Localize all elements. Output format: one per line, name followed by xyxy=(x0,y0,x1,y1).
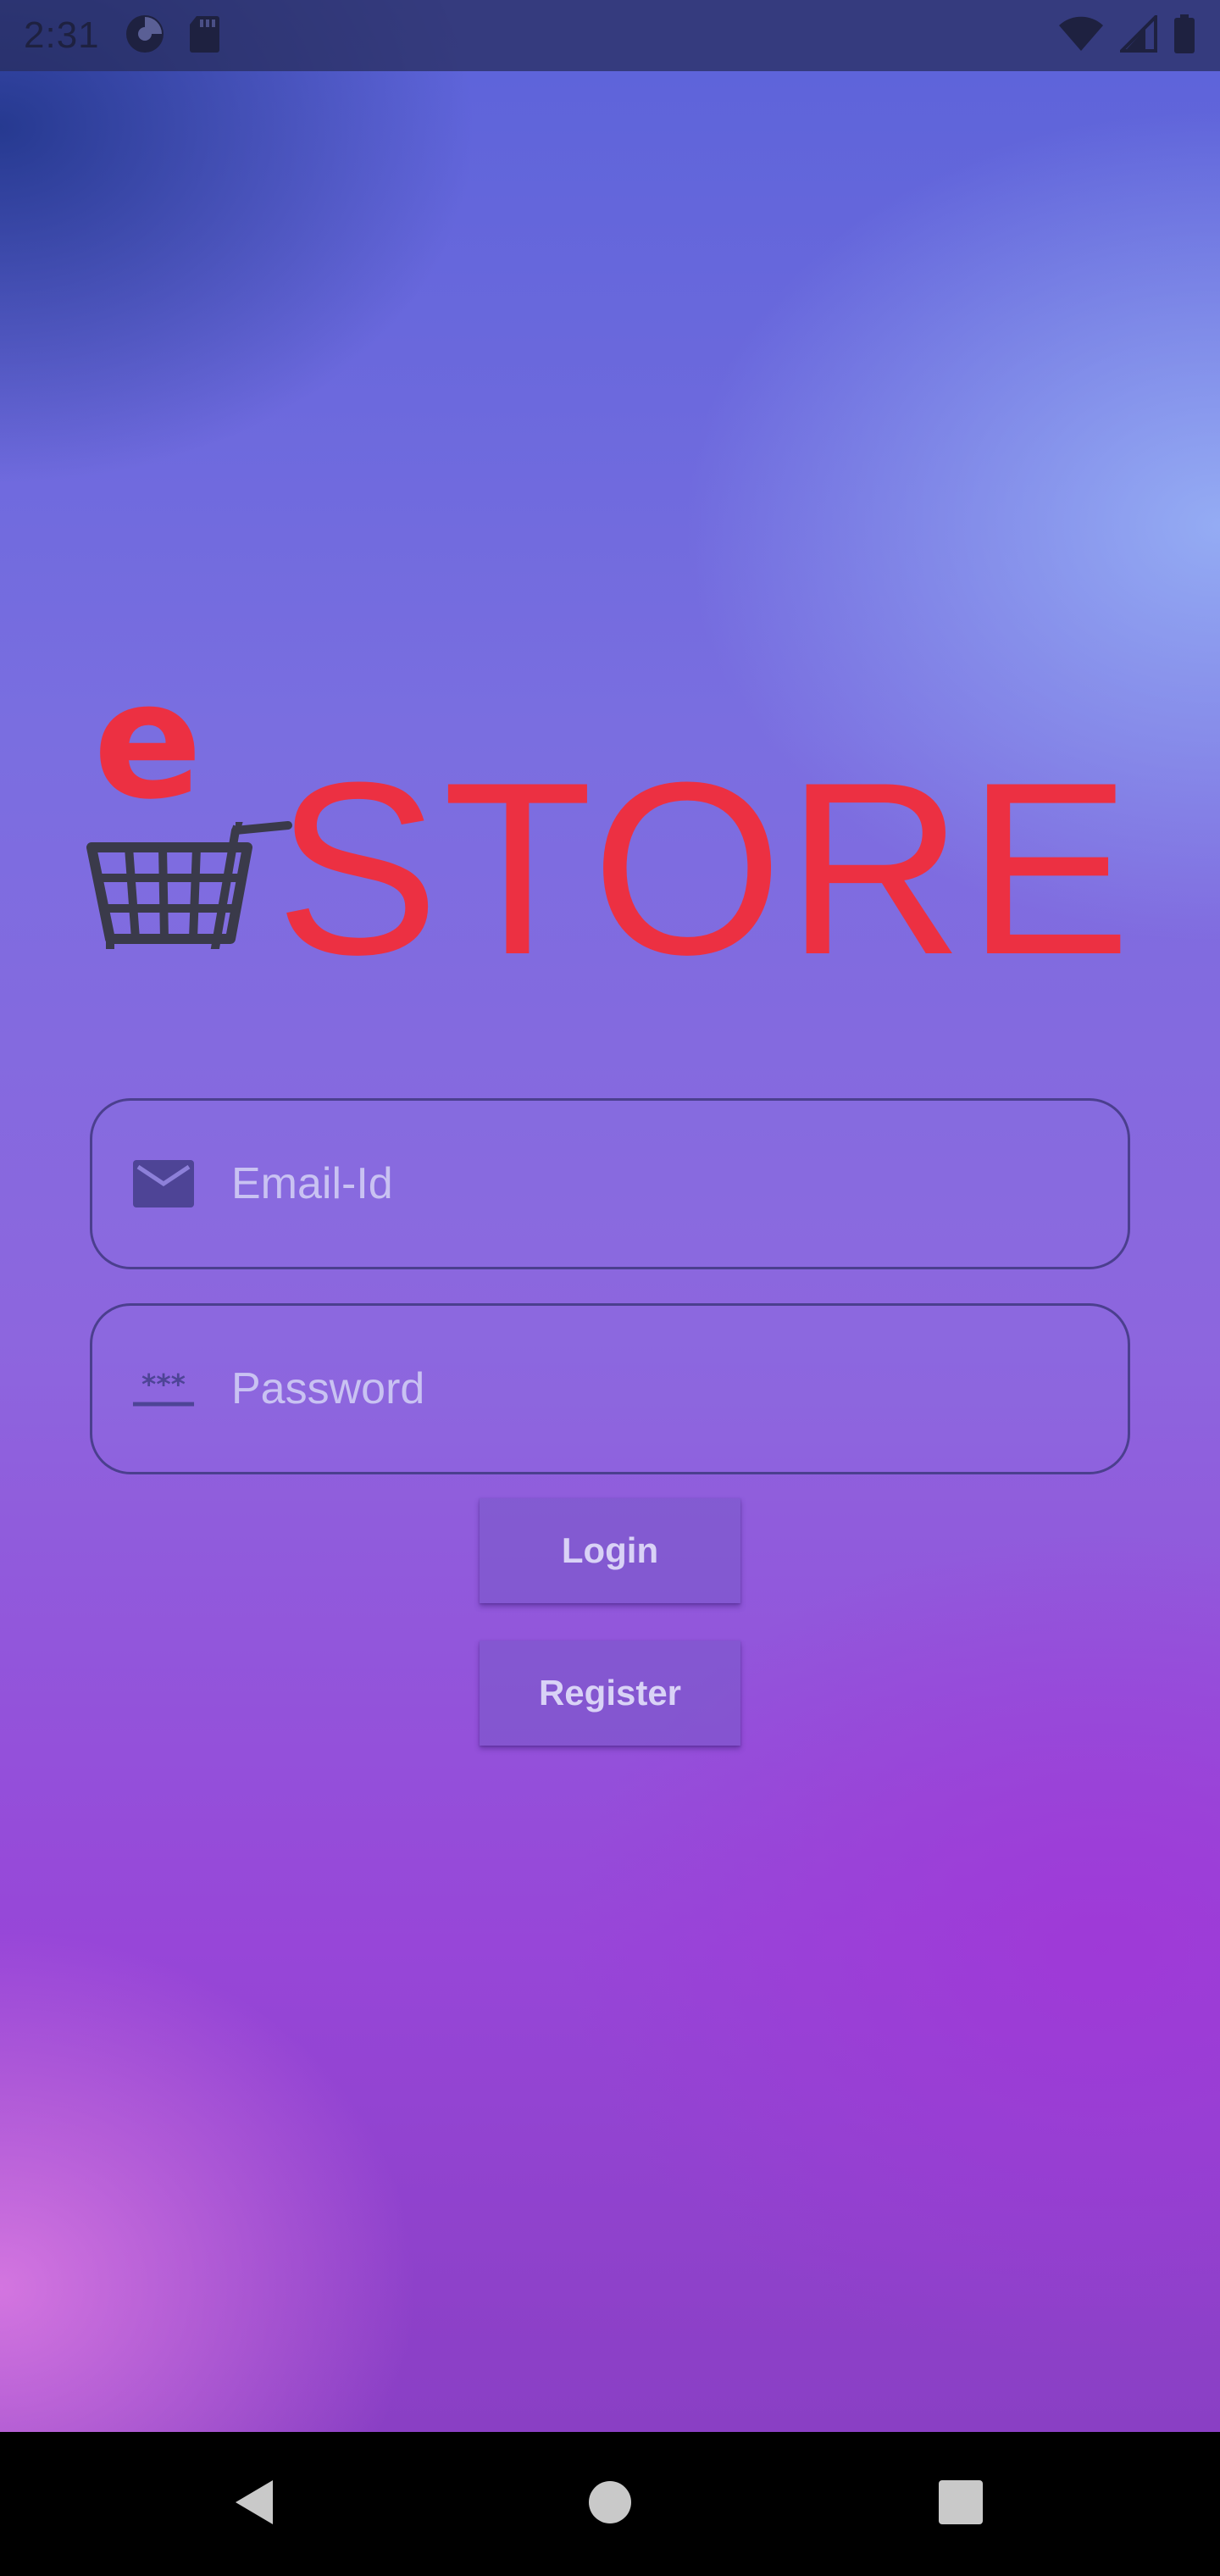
home-icon xyxy=(586,2479,634,2530)
recents-icon xyxy=(937,2479,984,2530)
status-right-icons xyxy=(1057,12,1196,58)
status-time: 2:31 xyxy=(24,14,100,56)
shopping-cart-icon xyxy=(85,746,297,1013)
login-button[interactable]: Login xyxy=(480,1498,740,1603)
status-bar: 2:31 xyxy=(0,0,1220,71)
sd-card-icon xyxy=(188,14,220,58)
status-left-icons xyxy=(124,13,220,59)
signal-icon xyxy=(1117,12,1157,57)
password-icon: *** xyxy=(131,1368,196,1409)
battery-icon xyxy=(1173,14,1196,58)
password-input[interactable] xyxy=(231,1306,1128,1472)
data-saver-icon xyxy=(124,13,166,59)
password-field[interactable]: *** xyxy=(90,1303,1130,1474)
email-icon xyxy=(131,1160,196,1208)
home-button[interactable] xyxy=(542,2432,678,2576)
wifi-icon xyxy=(1057,15,1105,57)
register-button[interactable]: Register xyxy=(480,1641,740,1746)
navigation-bar xyxy=(0,2432,1220,2576)
email-input[interactable] xyxy=(231,1101,1128,1267)
back-button[interactable] xyxy=(186,2432,322,2576)
recents-button[interactable] xyxy=(893,2432,1029,2576)
back-icon xyxy=(230,2477,278,2532)
email-field[interactable] xyxy=(90,1098,1130,1269)
estore-logo: e STORE xyxy=(85,661,1144,1013)
logo-word-store: STORE xyxy=(275,731,1134,1006)
svg-text:***: *** xyxy=(141,1368,186,1401)
